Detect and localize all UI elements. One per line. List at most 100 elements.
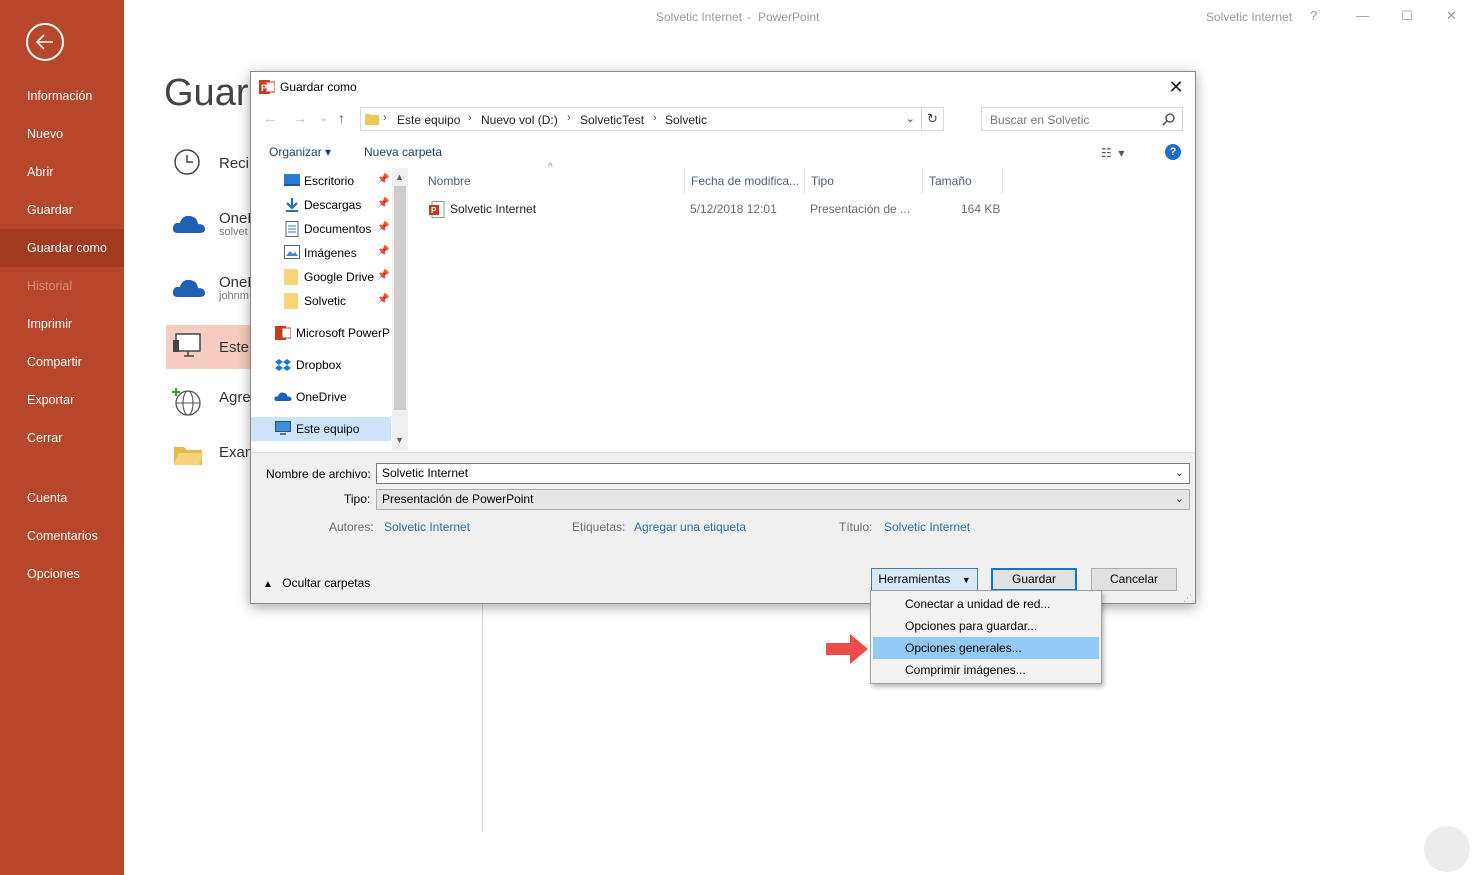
window-title-app: PowerPoint <box>758 10 820 24</box>
nav-pane-label: Escritorio <box>304 174 355 188</box>
scroll-down-icon[interactable]: ▼ <box>395 435 404 445</box>
account-name[interactable]: Solvetic Internet <box>1206 10 1292 24</box>
nav-abrir[interactable]: Abrir <box>0 153 124 191</box>
place-sublabel: johnm <box>219 290 249 302</box>
pin-icon: 📌 <box>377 198 390 209</box>
column-header-tipo[interactable]: Tipo <box>805 168 923 194</box>
nav-pane-scrollbar[interactable]: ▲ ▼ <box>392 168 408 451</box>
filetype-select[interactable]: Presentación de PowerPoint ⌄ <box>376 489 1190 510</box>
column-header-tamano[interactable]: Tamaño <box>923 168 1003 194</box>
filename-label: Nombre de archivo: <box>266 467 371 481</box>
authors-value[interactable]: Solvetic Internet <box>384 520 470 534</box>
nav-imprimir[interactable]: Imprimir <box>0 305 124 343</box>
minimize-button[interactable]: — <box>1356 8 1369 23</box>
menu-item-opciones-generales[interactable]: Opciones generales... <box>873 637 1099 659</box>
breadcrumb-este-equipo[interactable]: Este equipo <box>397 113 460 127</box>
filetype-label: Tipo: <box>344 492 371 506</box>
svg-text:P: P <box>261 83 267 93</box>
place-recientes[interactable]: Reci <box>166 142 250 186</box>
place-onedrive-1[interactable]: OneD solvet <box>166 204 258 248</box>
search-field[interactable]: Buscar en Solvetic <box>981 107 1183 131</box>
help-icon[interactable]: ? <box>1310 8 1317 23</box>
nav-pane-item-documentos[interactable]: Documentos 📌 <box>251 217 391 241</box>
breadcrumb-solvetictest[interactable]: SolveticTest <box>580 113 644 127</box>
file-row[interactable]: P Solvetic Internet 5/12/2018 12:01 Pres… <box>421 198 1011 220</box>
nav-pane-item-imagenes[interactable]: Imágenes 📌 <box>251 241 391 265</box>
help-icon[interactable]: ? <box>1165 144 1181 160</box>
menu-item-conectar-unidad-red[interactable]: Conectar a unidad de red... <box>873 593 1099 615</box>
tags-value[interactable]: Agregar una etiqueta <box>634 520 746 534</box>
svg-text:P: P <box>431 206 437 215</box>
scroll-up-icon[interactable]: ▲ <box>395 172 404 182</box>
tools-button[interactable]: Herramientas ▼ <box>871 568 978 591</box>
save-as-dialog: P Guardar como ✕ ← → ⌄ ↑ › Este equipo ›… <box>250 71 1196 604</box>
pin-icon: 📌 <box>377 246 390 257</box>
pin-icon: 📌 <box>377 174 390 185</box>
nav-pane-item-solvetic[interactable]: Solvetic 📌 <box>251 289 391 313</box>
nav-comentarios[interactable]: Comentarios <box>0 517 124 555</box>
nav-nuevo[interactable]: Nuevo <box>0 115 124 153</box>
nav-pane-item-dropbox[interactable]: Dropbox <box>251 353 391 377</box>
nav-exportar[interactable]: Exportar <box>0 381 124 419</box>
up-folder-icon[interactable]: ↑ <box>338 110 345 126</box>
new-folder-button[interactable]: Nueva carpeta <box>364 145 442 159</box>
organize-button[interactable]: Organizar ▾ <box>269 145 331 159</box>
view-options-icon[interactable]: ☷ ▾ <box>1101 146 1124 160</box>
nav-pane-item-microsoft-powerpoint[interactable]: Microsoft PowerP <box>251 321 391 345</box>
breadcrumb-separator[interactable]: › <box>468 112 472 124</box>
place-este-equipo[interactable]: Este <box>166 325 250 369</box>
back-icon[interactable]: ← <box>263 110 277 126</box>
nav-pane-item-escritorio[interactable]: Escritorio 📌 <box>251 169 391 193</box>
nav-pane-item-descargas[interactable]: Descargas 📌 <box>251 193 391 217</box>
recent-locations-icon[interactable]: ⌄ <box>319 111 328 124</box>
breadcrumb-nuevo-vol[interactable]: Nuevo vol (D:) <box>481 113 558 127</box>
nav-cuenta[interactable]: Cuenta <box>0 479 124 517</box>
resize-grip-icon[interactable]: ⋰ <box>1183 593 1192 603</box>
chevron-down-icon[interactable]: ⌄ <box>1175 490 1184 509</box>
breadcrumb-separator[interactable]: › <box>653 112 657 124</box>
chevron-down-icon[interactable]: ⌄ <box>1175 464 1184 483</box>
menu-item-opciones-guardar[interactable]: Opciones para guardar... <box>873 615 1099 637</box>
navigation-pane: Escritorio 📌 Descargas 📌 Documentos 📌 Im… <box>251 168 408 451</box>
nav-opciones[interactable]: Opciones <box>0 555 124 593</box>
filename-input[interactable]: Solvetic Internet ⌄ <box>376 463 1190 484</box>
window-title-separator: - <box>747 10 751 24</box>
powerpoint-file-icon: P <box>429 201 445 218</box>
cancel-button[interactable]: Cancelar <box>1091 568 1177 591</box>
scroll-thumb[interactable] <box>394 186 406 410</box>
column-header-fecha[interactable]: Fecha de modifica... <box>685 168 805 194</box>
place-examinar[interactable]: Exam <box>166 436 257 480</box>
folder-icon <box>284 293 298 309</box>
breadcrumb-separator[interactable]: › <box>567 112 571 124</box>
nav-informacion[interactable]: Información <box>0 77 124 115</box>
nav-pane-item-este-equipo[interactable]: Este equipo <box>251 417 391 441</box>
address-bar[interactable]: › Este equipo › Nuevo vol (D:) › Solveti… <box>360 107 944 131</box>
hide-folders-toggle[interactable]: ▲ Ocultar carpetas <box>263 576 370 590</box>
forward-icon[interactable]: → <box>293 110 307 126</box>
nav-pane-item-onedrive[interactable]: OneDrive <box>251 385 391 409</box>
column-header-nombre[interactable]: Nombre <box>422 168 685 194</box>
breadcrumb-separator[interactable]: › <box>383 112 387 124</box>
maximize-button[interactable]: ☐ <box>1401 8 1413 24</box>
back-arrow-button[interactable] <box>26 23 64 61</box>
nav-guardar[interactable]: Guardar <box>0 191 124 229</box>
place-agregar-sitio[interactable]: Agre <box>166 381 251 425</box>
nav-compartir[interactable]: Compartir <box>0 343 124 381</box>
nav-guardar-como[interactable]: Guardar como <box>0 229 124 267</box>
nav-cerrar[interactable]: Cerrar <box>0 419 124 457</box>
close-window-button[interactable]: ✕ <box>1446 8 1457 24</box>
document-icon <box>285 221 299 237</box>
desktop-icon <box>284 174 300 186</box>
refresh-icon[interactable]: ↻ <box>921 107 943 131</box>
dialog-close-button[interactable]: ✕ <box>1165 76 1187 98</box>
nav-pane-label: Descargas <box>304 198 362 212</box>
place-onedrive-2[interactable]: OneD johnm <box>166 268 258 312</box>
dialog-titlebar[interactable]: P Guardar como ✕ <box>251 72 1195 102</box>
backstage-sidebar: Información Nuevo Abrir Guardar Guardar … <box>0 0 124 875</box>
menu-item-comprimir-imagenes[interactable]: Comprimir imágenes... <box>873 659 1099 681</box>
breadcrumb-solvetic[interactable]: Solvetic <box>665 113 707 127</box>
chevron-down-icon[interactable]: ⌄ <box>906 112 915 125</box>
nav-pane-item-google-drive[interactable]: Google Drive 📌 <box>251 265 391 289</box>
title-value[interactable]: Solvetic Internet <box>884 520 970 534</box>
save-button[interactable]: Guardar <box>991 568 1077 591</box>
